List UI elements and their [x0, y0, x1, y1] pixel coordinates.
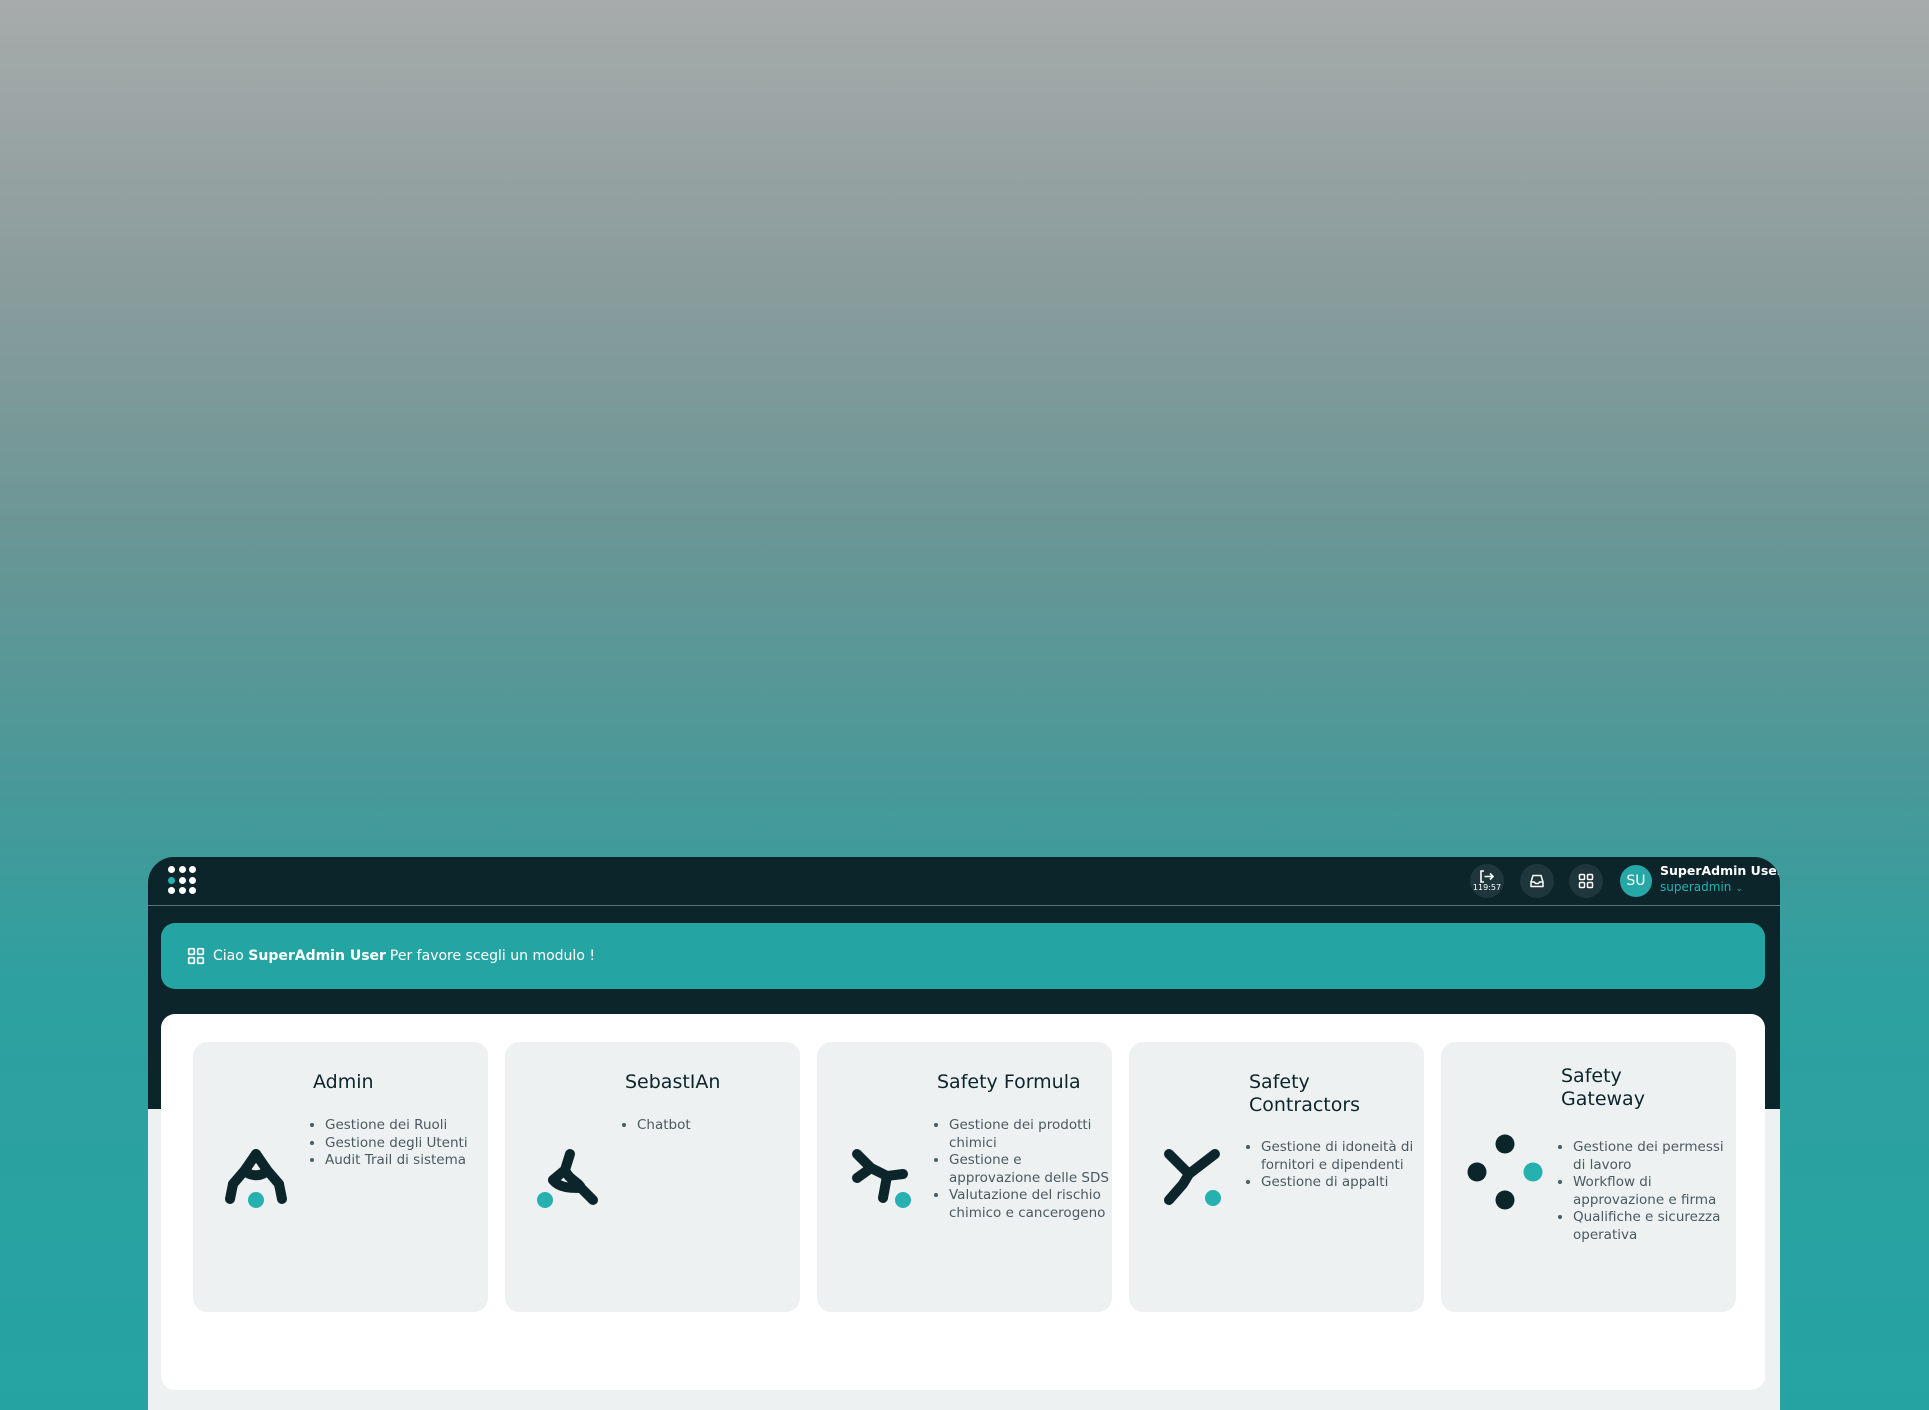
sebastian-logo-icon	[537, 1149, 598, 1208]
session-button[interactable]: 119:57	[1470, 864, 1504, 898]
list-item: Qualifiche e sicurezza operativa	[1573, 1209, 1733, 1244]
module-features: Gestione di idoneità di fornitori e dipe…	[1247, 1139, 1421, 1192]
safety-gateway-logo-icon	[1467, 1134, 1543, 1210]
app-window: 119:57 SU SuperAdmin User superadmin ⌄ C…	[148, 857, 1780, 1410]
module-card-sebastian[interactable]: SebastIAn Chatbot	[505, 1042, 800, 1312]
module-features: Gestione dei Ruoli Gestione degli Utenti…	[311, 1117, 485, 1170]
module-features: Gestione dei permessi di lavoro Workflow…	[1559, 1139, 1733, 1244]
module-card-safety-gateway[interactable]: Safety Gateway Gestione dei permessi di …	[1441, 1042, 1736, 1312]
list-item: Valutazione del rischio chimico e cancer…	[949, 1187, 1109, 1222]
inbox-button[interactable]	[1520, 864, 1554, 898]
list-item: Gestione e approvazione delle SDS	[949, 1152, 1109, 1187]
avatar[interactable]: SU	[1620, 865, 1652, 897]
inbox-icon	[1530, 874, 1544, 888]
chevron-down-icon[interactable]: ⌄	[1735, 884, 1743, 894]
list-item: Gestione dei Ruoli	[325, 1117, 485, 1135]
list-item: Gestione di appalti	[1261, 1174, 1421, 1192]
admin-logo-icon	[225, 1149, 287, 1208]
safety-contractors-logo-icon	[1164, 1149, 1221, 1206]
module-title: Safety Gateway	[1561, 1065, 1645, 1110]
welcome-prefix: Ciao	[213, 948, 244, 964]
user-role: superadmin ⌄	[1660, 879, 1780, 897]
module-title: Safety Contractors	[1249, 1071, 1361, 1116]
list-item: Gestione dei prodotti chimici	[949, 1117, 1109, 1152]
module-card-safety-contractors[interactable]: Safety Contractors Gestione di idoneità …	[1129, 1042, 1424, 1312]
list-item: Gestione degli Utenti	[325, 1135, 485, 1153]
list-item: Gestione di idoneità di fornitori e dipe…	[1261, 1139, 1421, 1174]
module-features: Gestione dei prodotti chimici Gestione e…	[935, 1117, 1109, 1222]
welcome-user-name: SuperAdmin User	[248, 948, 386, 964]
list-item: Gestione dei permessi di lavoro	[1573, 1139, 1733, 1174]
list-item: Chatbot	[637, 1117, 797, 1135]
module-title: Admin	[313, 1071, 374, 1093]
logout-icon	[1480, 870, 1495, 883]
modules-grid-icon	[1578, 873, 1594, 889]
user-name: SuperAdmin User	[1660, 863, 1780, 878]
module-title: SebastIAn	[625, 1071, 721, 1093]
modules-button[interactable]	[1569, 864, 1603, 898]
welcome-message: Ciao SuperAdmin User Per favore scegli un…	[213, 948, 595, 964]
user-menu[interactable]: SuperAdmin User superadmin ⌄	[1660, 863, 1780, 897]
apps-grid-icon[interactable]	[168, 866, 196, 894]
top-bar: 119:57 SU SuperAdmin User superadmin ⌄	[148, 857, 1780, 906]
session-timer: 119:57	[1472, 883, 1502, 892]
welcome-suffix: Per favore scegli un modulo !	[389, 948, 595, 964]
module-card-admin[interactable]: Admin Gestione dei Ruoli Gestione degli …	[193, 1042, 488, 1312]
list-item: Audit Trail di sistema	[325, 1152, 485, 1170]
welcome-banner: Ciao SuperAdmin User Per favore scegli un…	[161, 923, 1765, 989]
list-item: Workflow di approvazione e firma	[1573, 1174, 1733, 1209]
module-features: Chatbot	[623, 1117, 797, 1135]
module-title: Safety Formula	[937, 1071, 1081, 1093]
user-role-label: superadmin	[1660, 880, 1732, 894]
modules-panel: Admin Gestione dei Ruoli Gestione degli …	[161, 1014, 1765, 1390]
modules-grid-icon	[187, 947, 205, 965]
module-card-safety-formula[interactable]: Safety Formula Gestione dei prodotti chi…	[817, 1042, 1112, 1312]
safety-formula-logo-icon	[852, 1149, 911, 1208]
